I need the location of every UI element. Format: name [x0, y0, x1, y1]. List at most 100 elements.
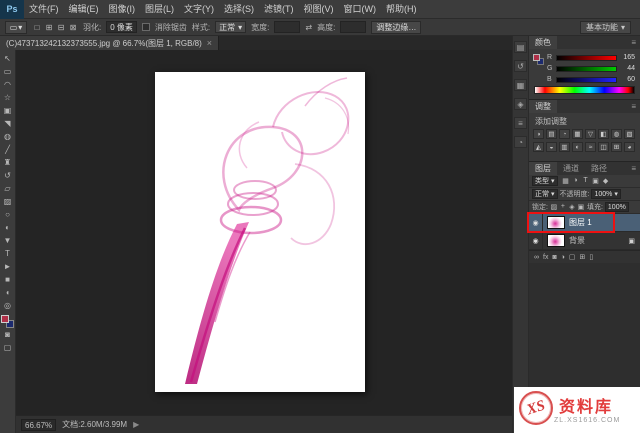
- tab-channels[interactable]: 通道: [557, 162, 585, 175]
- tool-button[interactable]: ○: [0, 208, 16, 221]
- width-input[interactable]: [274, 21, 300, 33]
- tool-button[interactable]: ◍: [0, 130, 16, 143]
- layer-row-background[interactable]: ◉ 背景 ▣: [529, 232, 640, 250]
- adjustment-icon[interactable]: ◒: [546, 142, 557, 152]
- panel-menu-icon[interactable]: ≡: [631, 102, 636, 111]
- adjustment-icon[interactable]: ◍: [611, 129, 622, 139]
- tool-button[interactable]: ▣: [0, 104, 16, 117]
- lock-option-icon[interactable]: ▨: [550, 203, 558, 211]
- layers-action-icon[interactable]: ⊞: [580, 253, 586, 261]
- style-select[interactable]: 正常 ▾: [215, 21, 246, 33]
- canvas-area[interactable]: [16, 50, 512, 415]
- selection-mode-icon[interactable]: ⊞: [44, 23, 54, 32]
- foreground-color-swatch[interactable]: [1, 315, 9, 323]
- adjustment-icon[interactable]: ⊞: [611, 142, 622, 152]
- layers-action-icon[interactable]: ◙: [552, 254, 556, 261]
- channel-value[interactable]: 165: [620, 54, 635, 61]
- layer-filter-icon[interactable]: ▦: [562, 177, 570, 185]
- swap-dimensions-icon[interactable]: ⇄: [305, 23, 312, 32]
- panel-menu-icon[interactable]: ≡: [631, 38, 636, 47]
- tool-button[interactable]: ╱: [0, 143, 16, 156]
- layer-filter-icon[interactable]: T: [582, 177, 590, 185]
- tab-layers[interactable]: 图层: [529, 162, 557, 175]
- close-icon[interactable]: ×: [207, 38, 212, 48]
- channel-value[interactable]: 44: [620, 65, 635, 72]
- tool-button[interactable]: ▼: [0, 234, 16, 247]
- menu-item[interactable]: 文字(Y): [179, 0, 219, 19]
- menu-item[interactable]: 滤镜(T): [259, 0, 299, 19]
- layer-name[interactable]: 背景: [569, 235, 585, 246]
- workspace-switcher[interactable]: 基本功能 ▾: [580, 21, 631, 34]
- lock-option-icon[interactable]: +: [559, 203, 567, 211]
- refine-edge-button[interactable]: 调整边缘…: [371, 21, 421, 34]
- selection-mode-icon[interactable]: □: [32, 23, 42, 32]
- channel-slider[interactable]: [556, 55, 617, 61]
- adjustment-icon[interactable]: ◕: [624, 142, 635, 152]
- adjustment-icon[interactable]: ▦: [572, 129, 583, 139]
- collapsed-panel-icon[interactable]: ◔: [514, 136, 527, 148]
- filter-type-select[interactable]: 类型 ▾: [532, 176, 558, 186]
- tool-button[interactable]: ◖: [0, 286, 16, 299]
- adjustment-icon[interactable]: ▤: [546, 129, 557, 139]
- menu-item[interactable]: 选择(S): [219, 0, 259, 19]
- tab-adjustments[interactable]: 调整: [529, 100, 557, 113]
- collapsed-panel-icon[interactable]: ↺: [514, 60, 527, 72]
- color-spectrum-ramp[interactable]: [534, 86, 635, 94]
- layer-thumbnail[interactable]: [547, 234, 565, 247]
- document-canvas[interactable]: [155, 72, 365, 392]
- menu-item[interactable]: 视图(V): [299, 0, 339, 19]
- tool-button[interactable]: ▭: [0, 65, 16, 78]
- adjustment-icon[interactable]: ◑: [533, 129, 544, 139]
- tool-button[interactable]: ☆: [0, 91, 16, 104]
- collapsed-panel-icon[interactable]: ≡: [514, 117, 527, 129]
- menu-item[interactable]: 窗口(W): [339, 0, 382, 19]
- tool-button[interactable]: ◠: [0, 78, 16, 91]
- fill-input[interactable]: 100%: [605, 202, 629, 212]
- collapsed-panel-icon[interactable]: ▦: [514, 79, 527, 91]
- opacity-input[interactable]: 100% ▾: [591, 189, 620, 199]
- lock-option-icon[interactable]: ▣: [577, 203, 585, 211]
- tab-color[interactable]: 颜色: [529, 36, 557, 49]
- selection-mode-icon[interactable]: ⊟: [56, 23, 66, 32]
- tool-button[interactable]: ■: [0, 273, 16, 286]
- adjustment-icon[interactable]: ▧: [624, 129, 635, 139]
- layers-action-icon[interactable]: ∞: [534, 254, 539, 261]
- selection-mode-icon[interactable]: ⊠: [68, 23, 78, 32]
- adjustment-icon[interactable]: ◫: [598, 142, 609, 152]
- layer-filter-icon[interactable]: ▣: [592, 177, 600, 185]
- menu-item[interactable]: 帮助(H): [381, 0, 422, 19]
- tool-button[interactable]: ▨: [0, 195, 16, 208]
- menu-item[interactable]: 图像(I): [104, 0, 141, 19]
- quick-mask-button[interactable]: ◙: [0, 328, 16, 341]
- menu-item[interactable]: 编辑(E): [64, 0, 104, 19]
- channel-slider[interactable]: [556, 77, 617, 83]
- menu-item[interactable]: 文件(F): [24, 0, 64, 19]
- panel-color-swatches[interactable]: [533, 54, 544, 65]
- tool-button[interactable]: ♜: [0, 156, 16, 169]
- layers-action-icon[interactable]: ◑: [561, 254, 565, 261]
- screen-mode-button[interactable]: ▢: [0, 341, 16, 354]
- layers-action-icon[interactable]: ▢: [569, 253, 576, 261]
- layer-filter-icon[interactable]: ◑: [572, 177, 580, 185]
- channel-slider[interactable]: [556, 66, 617, 72]
- tool-button[interactable]: ▱: [0, 182, 16, 195]
- layers-action-icon[interactable]: ▯: [589, 253, 593, 261]
- adjustment-icon[interactable]: ◔: [559, 129, 570, 139]
- collapsed-panel-icon[interactable]: ◈: [514, 98, 527, 110]
- adjustment-icon[interactable]: ▥: [559, 142, 570, 152]
- zoom-level-input[interactable]: 66.67%: [21, 419, 56, 431]
- tool-button[interactable]: ↺: [0, 169, 16, 182]
- collapsed-panel-icon[interactable]: ▤: [514, 41, 527, 53]
- tool-button[interactable]: ◐: [0, 221, 16, 234]
- document-tab[interactable]: (C)473713242132373555.jpg @ 66.7%(图层 1, …: [0, 36, 219, 50]
- antialias-checkbox[interactable]: [142, 23, 150, 31]
- adjustment-icon[interactable]: ≈: [585, 142, 596, 152]
- channel-value[interactable]: 60: [620, 76, 635, 83]
- feather-input[interactable]: 0 像素: [106, 21, 137, 33]
- adjustment-icon[interactable]: ◧: [598, 129, 609, 139]
- layers-action-icon[interactable]: fx: [543, 254, 548, 261]
- status-menu-arrow-icon[interactable]: ▶: [133, 420, 139, 429]
- blend-mode-select[interactable]: 正常 ▾: [532, 189, 558, 199]
- adjustment-icon[interactable]: ◭: [533, 142, 544, 152]
- tab-paths[interactable]: 路径: [585, 162, 613, 175]
